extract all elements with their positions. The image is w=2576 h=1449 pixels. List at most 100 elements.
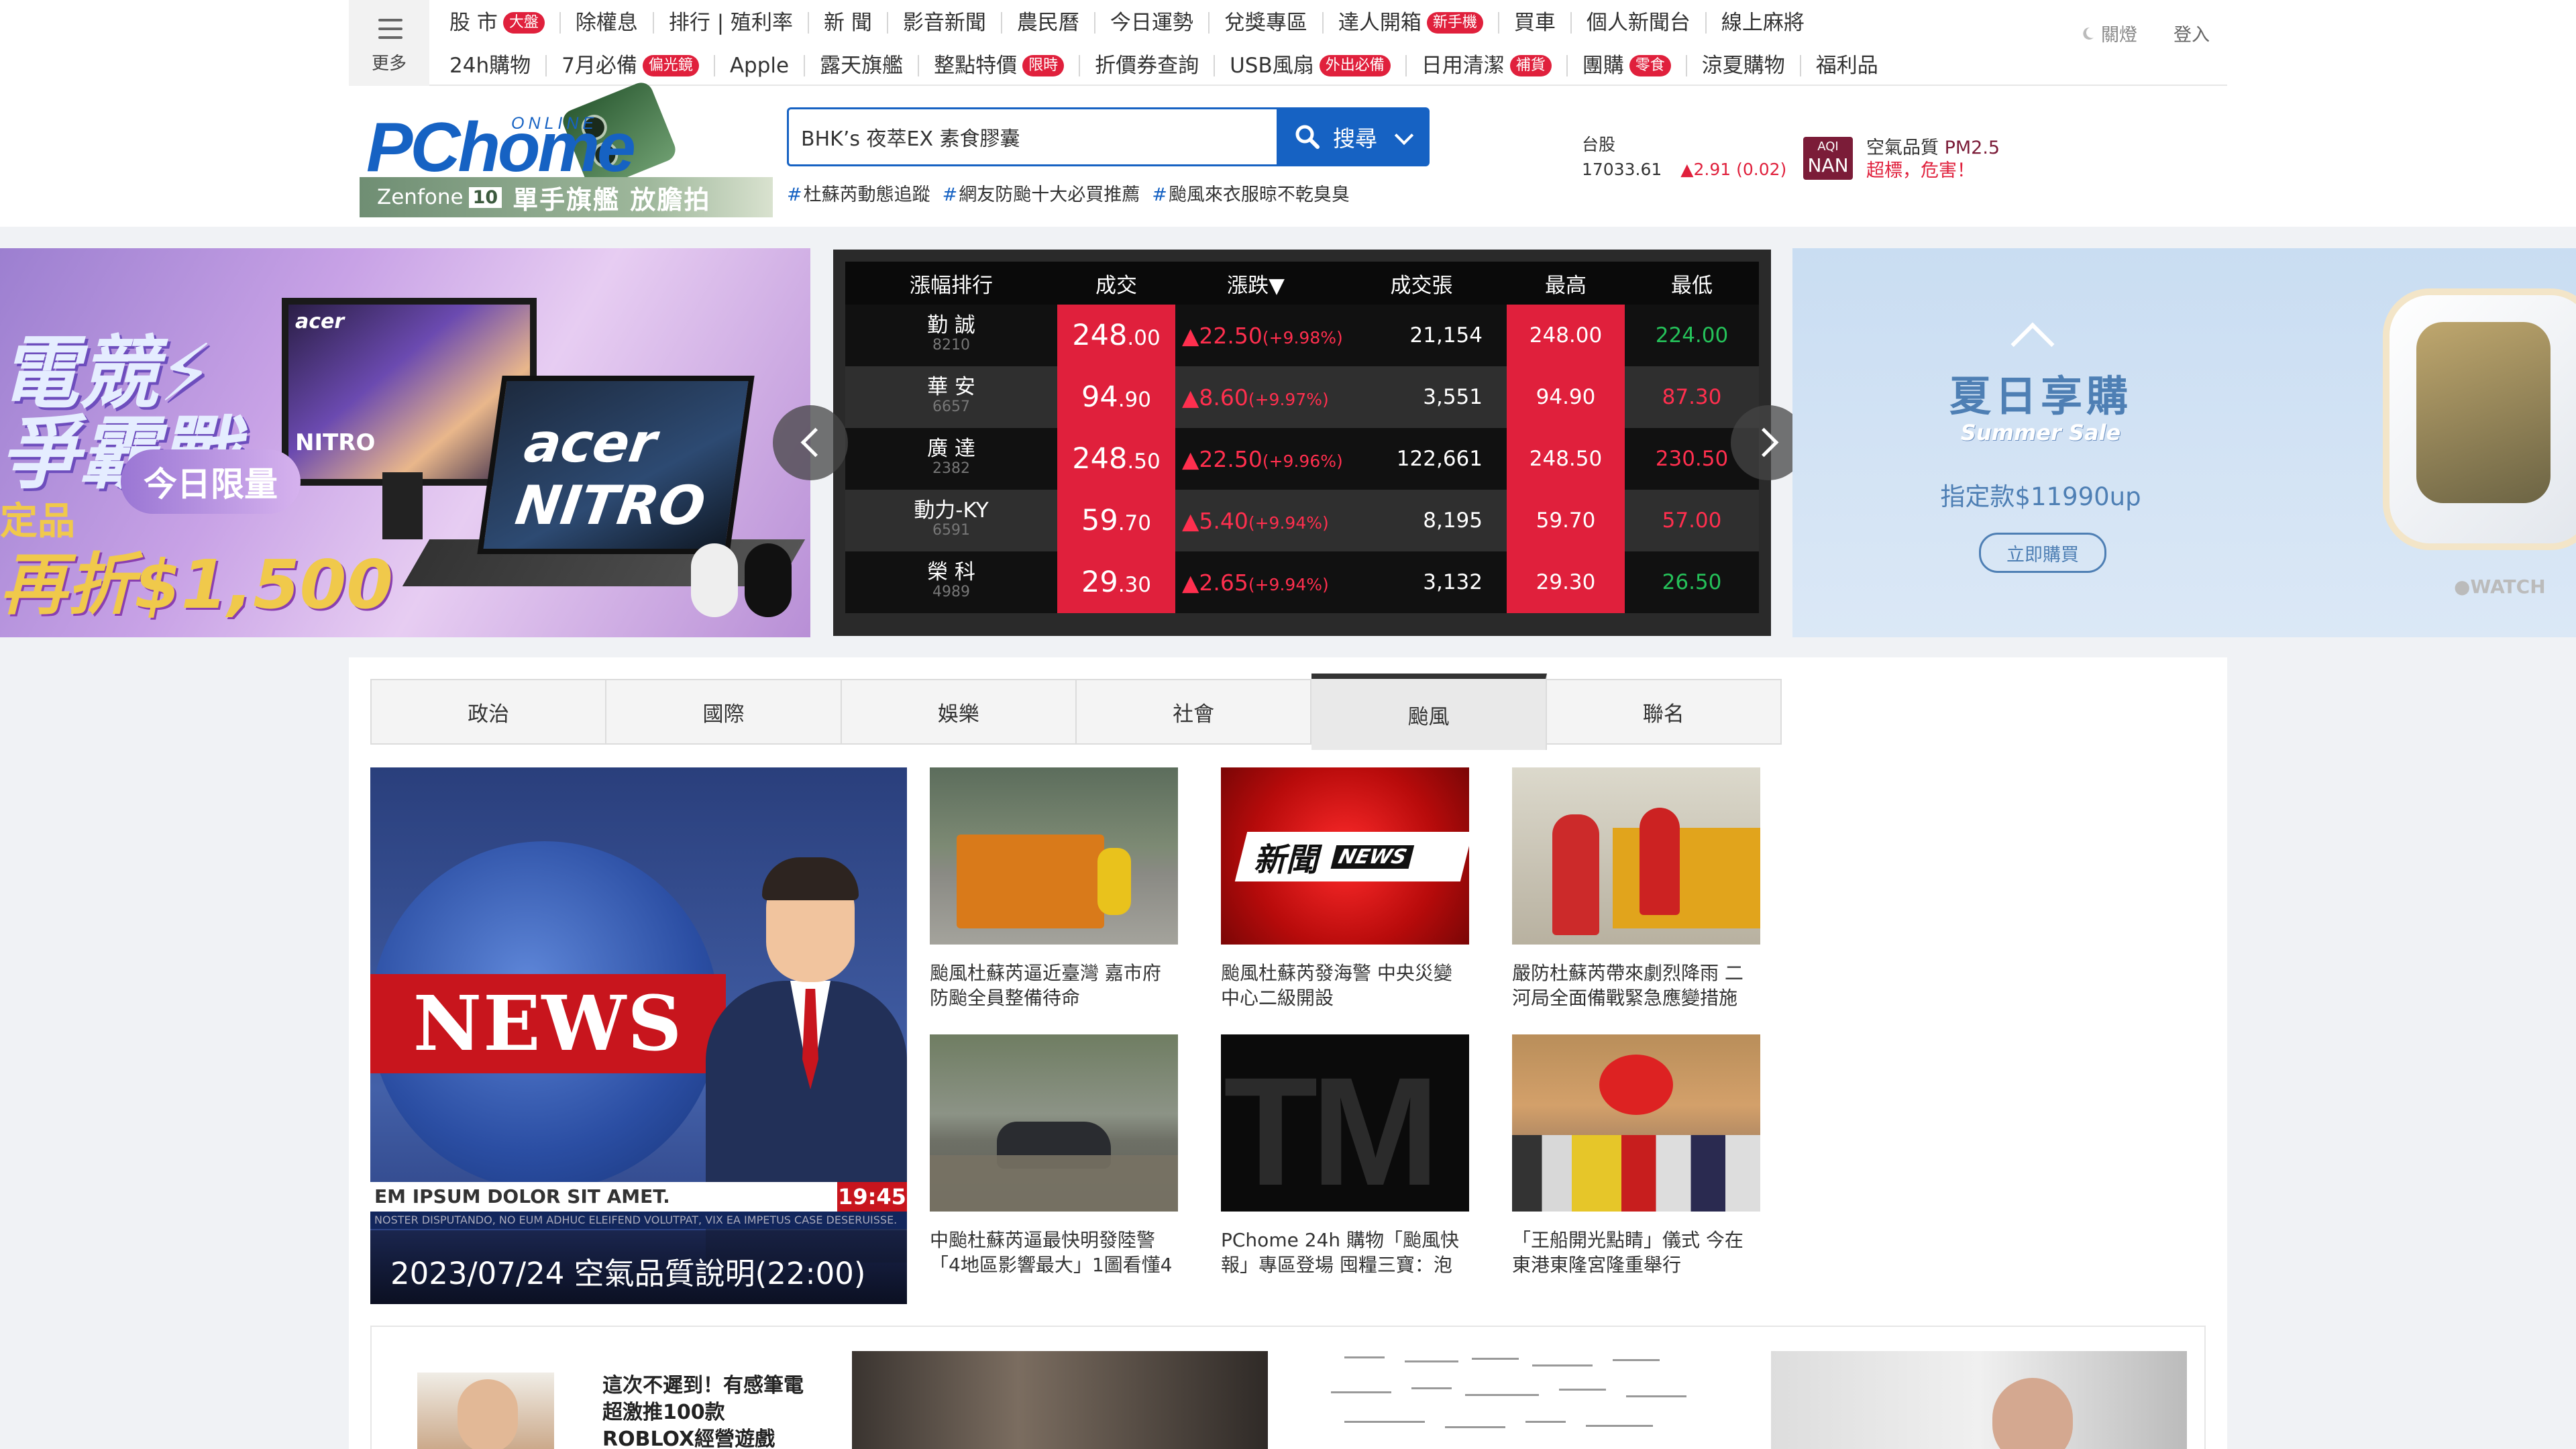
taiex-index: 17033.61 [1582, 160, 1662, 179]
tab-0[interactable]: 政治 [372, 680, 607, 743]
row1-item-4[interactable]: 影音新聞 [888, 12, 1002, 34]
nav-item-label: 7月必備 [561, 54, 637, 78]
row2-item-2[interactable]: Apple [715, 55, 806, 76]
row2-item-4[interactable]: 整點特價 限時 [919, 55, 1081, 76]
row2-item-5[interactable]: 折價券查詢 [1080, 55, 1216, 76]
featured-image-2[interactable] [852, 1351, 1268, 1449]
featured-title[interactable]: 這次不遲到！有感筆電超激推100款 ROBLOX經營遊戲 [602, 1373, 810, 1449]
stock-row[interactable]: 榮 科 4989 29.30 ▲2.65(+9.94%) 3,132 29.30 26.50 [845, 551, 1759, 613]
news-title-1[interactable]: 颱風杜蘇芮逼近臺灣 嘉市府防颱全員整備待命 [930, 961, 1178, 1014]
hero-ticker-small: NOSTER DISPUTANDO, NO EUM ADHUC ELEIFEND… [370, 1212, 907, 1229]
row1-item-3[interactable]: 新 聞 [809, 12, 888, 34]
stock-name-cell: 榮 科 4989 [845, 551, 1057, 613]
row1-item-10[interactable]: 個人新聞台 [1572, 12, 1707, 34]
aqi-pm-label: PM2.5 [1944, 138, 2000, 158]
dark-mode-toggle[interactable]: 關燈 [2080, 20, 2137, 46]
row2-item-3[interactable]: 露天旗艦 [805, 55, 920, 76]
news-title-3[interactable]: 嚴防杜蘇芮帶來劇烈降雨 二河局全面備戰緊急應變措施 [1512, 961, 1760, 1014]
stock-row[interactable]: 動力-KY 6591 59.70 ▲5.40(+9.94%) 8,195 59.70 57.… [845, 490, 1759, 551]
hot-tag[interactable]: #杜蘇芮動態追蹤 [787, 180, 930, 206]
tab-1[interactable]: 國際 [606, 680, 842, 743]
tab-5[interactable]: 聯名 [1547, 680, 1780, 743]
news-thumb-4[interactable] [930, 1034, 1178, 1212]
stock-code: 2382 [932, 460, 970, 477]
laptop-image: acer NITRO [477, 376, 755, 554]
hero-news-card[interactable]: NEWS EM IPSUM DOLOR SIT AMET. 19:45 NOST… [370, 767, 907, 1304]
hot-search-tags: #杜蘇芮動態追蹤 #網友防颱十大必買推薦 #颱風來衣服晾不乾臭臭 [787, 180, 1362, 206]
news-thumb-2[interactable]: 新聞 NEWS [1221, 767, 1469, 945]
banner-summer-sale[interactable]: 夏日享購 Summer Sale 指定款$11990up 立即購買 ●WATCH [1792, 248, 2576, 637]
stock-header-2[interactable]: 漲跌▼ [1175, 262, 1336, 305]
more-menu-button[interactable]: 更多 [349, 0, 429, 86]
stock-high-cell: 94.90 [1507, 366, 1625, 428]
row1-item-1[interactable]: 除權息 [561, 12, 654, 34]
row1-item-2[interactable]: 排行 | 殖利率 [654, 12, 810, 34]
news-title-5[interactable]: PChome 24h 購物「颱風快報」專區登場 囤糧三寶：泡 [1221, 1228, 1469, 1281]
nav-item-label: 線上麻將 [1721, 11, 1805, 35]
tab-3[interactable]: 社會 [1077, 680, 1312, 743]
stock-volume-cell: 3,551 [1336, 366, 1507, 428]
news-thumb-6[interactable] [1512, 1034, 1760, 1212]
row2-item-10[interactable]: 福利品 [1801, 55, 1893, 76]
featured-avatar-image[interactable] [417, 1373, 554, 1449]
news-title-6[interactable]: 「王船開光點睛」儀式 今在東港東隆宮隆重舉行 [1512, 1228, 1760, 1281]
nav-badge: 大盤 [502, 12, 545, 34]
aqi-label: AQI [1817, 140, 1839, 154]
login-link[interactable]: 登入 [2174, 20, 2210, 46]
hot-tag[interactable]: #颱風來衣服晾不乾臭臭 [1152, 180, 1350, 206]
hot-tag-label: 杜蘇芮動態追蹤 [803, 184, 930, 205]
search-input[interactable]: BHK’s 夜萃EX 素食膠囊 [787, 107, 1277, 166]
stock-code: 8210 [932, 337, 970, 354]
row2-item-0[interactable]: 24h購物 [449, 55, 547, 76]
row1-item-9[interactable]: 買車 [1499, 12, 1572, 34]
news-title-2[interactable]: 颱風杜蘇芮發海警 中央災變中心二級開設 [1221, 961, 1469, 1014]
row1-item-0[interactable]: 股 市大盤 [449, 12, 561, 34]
row2-item-6[interactable]: USB風扇 外出必備 [1215, 55, 1407, 76]
featured-image-4[interactable] [1771, 1351, 2187, 1449]
row1-item-11[interactable]: 線上麻將 [1707, 12, 1819, 34]
chevron-down-icon[interactable] [1394, 125, 1414, 146]
search-button[interactable]: 搜尋 [1277, 107, 1430, 166]
stock-change-cell: ▲5.40(+9.94%) [1175, 490, 1336, 551]
stock-row[interactable]: 廣 達 2382 248.50 ▲22.50(+9.96%) 122,661 248.50… [845, 428, 1759, 490]
featured-image-3[interactable] [1331, 1351, 1707, 1449]
tab-4[interactable]: 颱風 [1311, 674, 1547, 750]
row1-item-8[interactable]: 達人開箱 新手機 [1324, 12, 1499, 34]
news-title-4[interactable]: 中颱杜蘇芮逼最快明發陸警「4地區影響最大」1圖看懂4 [930, 1228, 1178, 1281]
summer-sale-subtitle: Summer Sale [1960, 420, 2121, 445]
banner-gaming-promo[interactable]: 電競⚡ 爭霸戰 acer NITRO acer NITRO 今日限量 定品 再折… [0, 248, 810, 637]
nav-row-secondary: 24h購物 7月必備 偏光鏡 Apple 露天旗艦 整點特價 限時 折價券查詢 USB風扇 外出必… [449, 50, 1893, 82]
sail-icon [2010, 322, 2055, 366]
stock-header-0: 漲幅排行 [845, 262, 1057, 305]
row1-item-7[interactable]: 兌獎專區 [1210, 12, 1324, 34]
pchome-logo[interactable]: PChome ONLINE Zenfone 10 單手旗艦 放膽拍 [360, 78, 773, 218]
stock-row[interactable]: 勤 誠 8210 248.00 ▲22.50(+9.98%) 21,154 248.00 2… [845, 305, 1759, 366]
aqi-badge[interactable]: AQI NAN [1803, 137, 1853, 180]
buy-now-button[interactable]: 立即購買 [1979, 533, 2106, 573]
news-thumb-5[interactable]: TM [1221, 1034, 1469, 1212]
nav-item-label: 團購 [1582, 54, 1624, 78]
nav-item-label: 新 聞 [824, 11, 872, 35]
summer-sale-price: 指定款$11990up [1940, 482, 2141, 511]
row2-item-8[interactable]: 團購 零食 [1568, 55, 1687, 76]
row1-item-5[interactable]: 農民曆 [1002, 12, 1095, 34]
nav-item-label: 24h購物 [449, 54, 531, 78]
carousel-prev-button[interactable] [773, 405, 848, 480]
stock-price-cell: 248.50 [1057, 428, 1175, 490]
news-thumb-1[interactable] [930, 767, 1178, 945]
row2-item-1[interactable]: 7月必備 偏光鏡 [547, 55, 715, 76]
row1-item-6[interactable]: 今日運勢 [1095, 12, 1210, 34]
stock-low-cell: 224.00 [1625, 305, 1759, 366]
stock-row[interactable]: 華 安 6657 94.90 ▲8.60(+9.97%) 3,551 94.90 87.30 [845, 366, 1759, 428]
aqi-status[interactable]: 空氣品質 PM2.5 超標，危害！ [1866, 137, 2000, 182]
nav-badge: 外出必備 [1319, 55, 1391, 76]
hot-tag[interactable]: #網友防颱十大必買推薦 [943, 180, 1140, 206]
hashtag-icon: # [942, 184, 958, 205]
tab-2[interactable]: 娛樂 [842, 680, 1077, 743]
row2-item-7[interactable]: 日用清潔 補貨 [1407, 55, 1568, 76]
row2-item-9[interactable]: 涼夏購物 [1687, 55, 1801, 76]
news-thumb-3[interactable] [1512, 767, 1760, 945]
stock-name-cell: 動力-KY 6591 [845, 490, 1057, 551]
hot-tag-label: 颱風來衣服晾不乾臭臭 [1168, 184, 1350, 205]
taiex-widget[interactable]: 台股 17033.61 ▲2.91 (0.02) [1582, 131, 1786, 179]
